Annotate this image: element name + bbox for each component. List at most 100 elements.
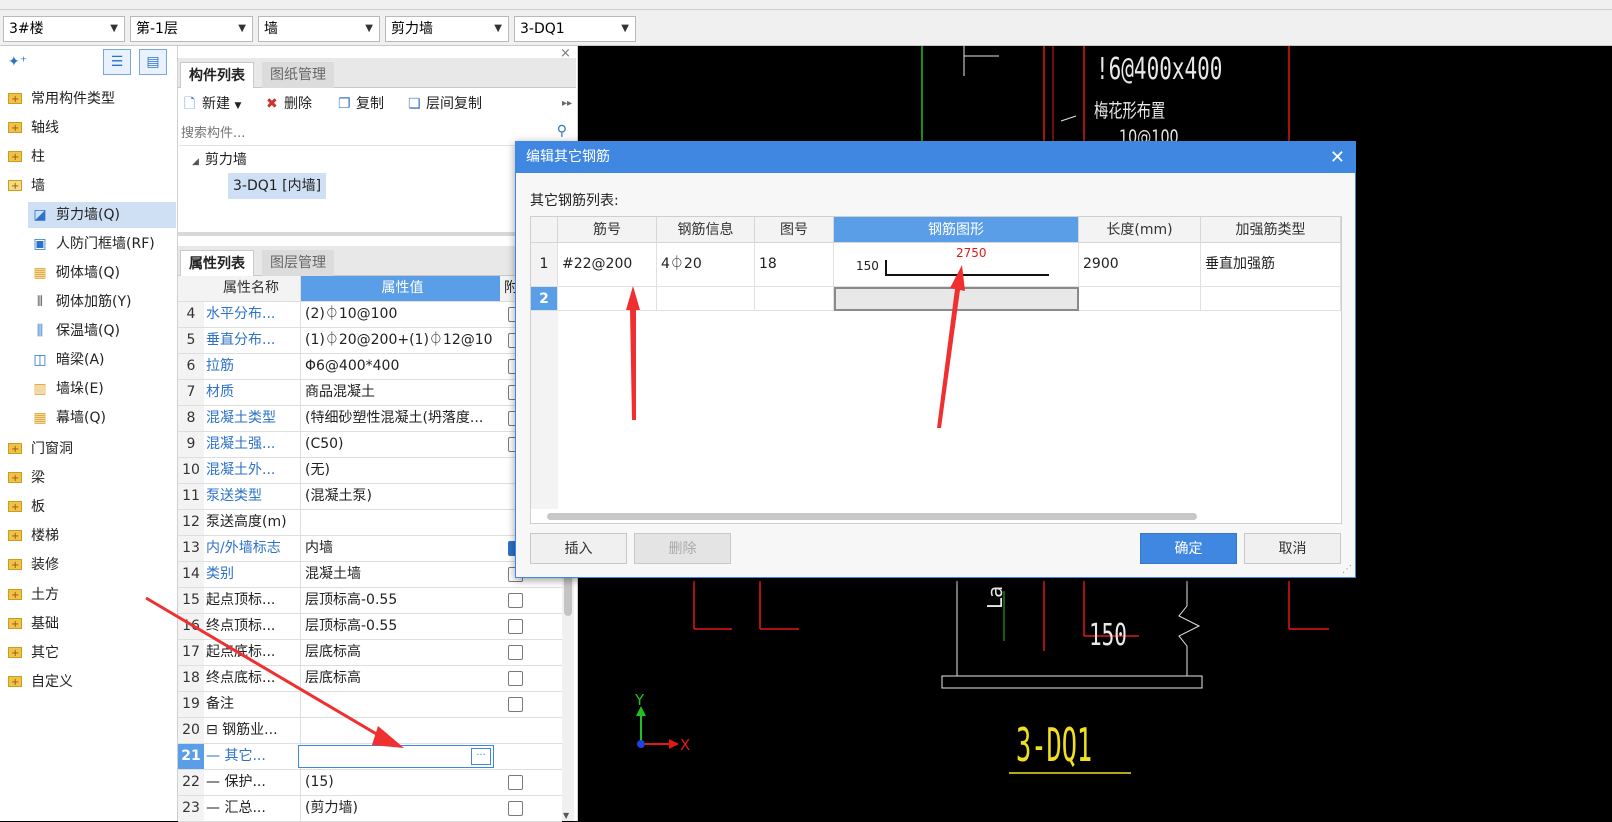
property-row[interactable]: 23— 汇总... (剪力墙) xyxy=(178,796,562,822)
property-row[interactable]: 17 起点底标... 层底标高 xyxy=(178,640,562,666)
horizontal-scrollbar[interactable] xyxy=(547,513,1197,520)
tree-item-other[interactable]: 其它 xyxy=(8,641,59,666)
tab-property-list[interactable]: 属性列表 xyxy=(180,250,254,276)
property-value[interactable]: 混凝土墙 xyxy=(300,562,492,587)
cell-bar-no[interactable] xyxy=(558,287,657,311)
cell-info[interactable]: 4⏀20 xyxy=(657,243,755,287)
delete-row-button[interactable]: 删除 xyxy=(634,533,731,564)
search-icon[interactable]: ⚲ xyxy=(557,123,567,139)
more-icon[interactable]: ▸▸ xyxy=(562,90,572,118)
property-row[interactable]: 4 水平分布... (2)⏀10@100 xyxy=(178,302,562,328)
property-value[interactable]: 层顶标高-0.55 xyxy=(300,614,492,639)
tab-drawing-manage[interactable]: 图纸管理 xyxy=(262,62,334,88)
cell-type[interactable]: 垂直加强筋 xyxy=(1201,243,1341,287)
tree-item-masonry-wall[interactable]: ▦ 砌体墙(Q) xyxy=(28,260,176,286)
cell-type[interactable] xyxy=(1201,287,1341,311)
property-row[interactable]: 8 混凝土类型 (特细砂塑性混凝土(坍落度... xyxy=(178,406,562,432)
attach-checkbox[interactable] xyxy=(508,593,523,608)
delete-button[interactable]: ✖ 删除 xyxy=(266,90,312,118)
attach-checkbox[interactable] xyxy=(508,697,523,712)
tab-layer-manage[interactable]: 图层管理 xyxy=(262,250,334,276)
property-row[interactable]: 15 起点顶标... 层顶标高-0.55 xyxy=(178,588,562,614)
cell-shape[interactable]: 150 2750 xyxy=(834,243,1079,287)
tab-component-list[interactable]: 构件列表 xyxy=(180,62,254,88)
tree-item-3-dq1[interactable]: 3-DQ1 [内墙] xyxy=(228,173,327,199)
search-input[interactable] xyxy=(179,122,549,144)
property-value[interactable]: (1)⏀20@200+(1)⏀12@100 xyxy=(300,328,492,353)
attach-checkbox[interactable] xyxy=(508,671,523,686)
property-row[interactable]: 19 备注 xyxy=(178,692,562,718)
property-value[interactable]: 层底标高 xyxy=(300,666,492,691)
tree-item-insulation-wall[interactable]: ⫼ 保温墙(Q) xyxy=(28,318,176,344)
property-row[interactable]: 20 ⊟ 钢筋业... xyxy=(178,718,562,744)
tree-item-hidden-beam[interactable]: ◫ 暗梁(A) xyxy=(28,347,176,373)
tree-item-earthwork[interactable]: 土方 xyxy=(8,583,59,608)
pin-icon[interactable]: ✦⁺ xyxy=(8,54,27,70)
detail-view-icon[interactable]: ▤ xyxy=(139,49,167,75)
tree-item-custom[interactable]: 自定义 xyxy=(8,670,73,695)
property-value[interactable]: 内墙 xyxy=(300,536,492,561)
copy-button[interactable]: ❐ 复制 xyxy=(338,90,384,118)
property-value[interactable]: 层顶标高-0.55 xyxy=(300,588,492,613)
property-row[interactable]: 9 混凝土强... (C50) xyxy=(178,432,562,458)
property-row[interactable]: 18 终点底标... 层底标高 xyxy=(178,666,562,692)
property-row[interactable]: 6 拉筋 Φ6@400*400 xyxy=(178,354,562,380)
cell-fig-no[interactable]: 18 xyxy=(755,243,834,287)
cancel-button[interactable]: 取消 xyxy=(1244,533,1341,564)
property-row[interactable]: 14 类别 混凝土墙 xyxy=(178,562,562,588)
property-value[interactable]: (C50) xyxy=(300,432,492,457)
ok-button[interactable]: 确定 xyxy=(1140,533,1237,564)
property-value[interactable] xyxy=(300,692,492,717)
type-select[interactable]: 墙 ▼ xyxy=(258,16,380,42)
tree-item-decoration[interactable]: 装修 xyxy=(8,553,59,578)
property-row[interactable]: 13 内/外墙标志 内墙 xyxy=(178,536,562,562)
property-value[interactable] xyxy=(300,718,492,743)
tree-item-curtain-wall[interactable]: ▦ 幕墙(Q) xyxy=(28,405,176,431)
tree-item-foundation[interactable]: 基础 xyxy=(8,612,59,637)
tree-item-axis[interactable]: 轴线 xyxy=(8,116,59,141)
cell-length[interactable]: 2900 xyxy=(1079,243,1201,287)
property-row[interactable]: 5 垂直分布... (1)⏀20@200+(1)⏀12@100 xyxy=(178,328,562,354)
tree-item-masonry-reinforcement[interactable]: ⫴ 砌体加筋(Y) xyxy=(28,289,176,315)
close-icon[interactable]: ✕ xyxy=(1330,142,1345,173)
cell-bar-no[interactable]: #22@200 xyxy=(558,243,657,287)
resize-grip-icon[interactable]: ⋰ xyxy=(1342,564,1352,575)
property-value[interactable]: (剪力墙) xyxy=(300,796,492,821)
property-value[interactable]: 层底标高 xyxy=(300,640,492,665)
new-button[interactable]: 🗋 新建 ▼ xyxy=(184,90,241,118)
property-row[interactable]: 12 泵送高度(m) xyxy=(178,510,562,536)
ellipsis-button[interactable]: ··· xyxy=(471,748,491,765)
floor-copy-button[interactable]: ❏ 层间复制 xyxy=(408,90,482,118)
property-row[interactable]: 21— 其它... ··· xyxy=(178,744,562,770)
tree-item-civil-defense-wall[interactable]: ▣ 人防门框墙(RF) xyxy=(28,231,176,257)
property-value[interactable]: (特细砂塑性混凝土(坍落度... xyxy=(300,406,492,431)
attach-checkbox[interactable] xyxy=(508,801,523,816)
insert-button[interactable]: 插入 xyxy=(530,533,627,564)
tree-item-stair[interactable]: 楼梯 xyxy=(8,524,59,549)
building-select[interactable]: 3#楼 ▼ xyxy=(3,16,125,42)
tree-item-opening[interactable]: 门窗洞 xyxy=(8,437,73,462)
property-value[interactable]: (15) xyxy=(300,770,492,795)
property-value[interactable]: (混凝土泵) xyxy=(300,484,492,509)
tree-shear-wall[interactable]: ◢ 剪力墙 xyxy=(192,149,247,169)
cell-shape-active[interactable] xyxy=(834,287,1079,311)
tree-item-wall-pier[interactable]: ▥ 墙垛(E) xyxy=(28,376,176,402)
floor-select[interactable]: 第-1层 ▼ xyxy=(130,16,253,42)
subtype-select[interactable]: 剪力墙 ▼ xyxy=(385,16,509,42)
tree-item-beam[interactable]: 梁 xyxy=(8,466,45,491)
tree-item-slab[interactable]: 板 xyxy=(8,495,45,520)
component-select[interactable]: 3-DQ1 ▼ xyxy=(514,16,636,42)
tree-item-wall[interactable]: 墙 xyxy=(8,174,45,199)
property-row[interactable]: 16 终点顶标... 层顶标高-0.55 xyxy=(178,614,562,640)
tree-item-column[interactable]: 柱 xyxy=(8,145,45,170)
scroll-down-icon[interactable]: ▼ xyxy=(563,811,569,820)
cell-info[interactable] xyxy=(657,287,755,311)
property-value[interactable]: Φ6@400*400 xyxy=(300,354,492,379)
property-value[interactable]: (2)⏀10@100 xyxy=(300,302,492,327)
property-value[interactable]: (无) xyxy=(300,458,492,483)
tree-item-shear-wall[interactable]: ◪ 剪力墙(Q) xyxy=(28,202,176,228)
list-view-icon[interactable]: ☰ xyxy=(103,49,131,75)
cell-length[interactable] xyxy=(1079,287,1201,311)
tree-item-common[interactable]: 常用构件类型 xyxy=(8,87,115,112)
property-row[interactable]: 11 泵送类型 (混凝土泵) xyxy=(178,484,562,510)
